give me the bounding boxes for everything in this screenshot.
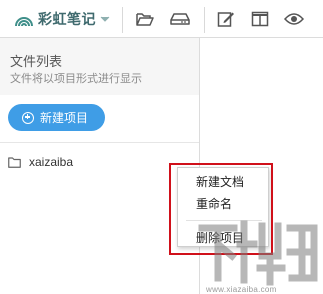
sidebar-header: 文件列表 文件将以项目形式进行显示 [0, 38, 199, 95]
menu-item-delete-project[interactable]: 删除项目 [178, 227, 268, 246]
project-name: xaizaiba [29, 155, 74, 169]
preview-button[interactable] [281, 7, 307, 31]
editor-area[interactable] [200, 38, 323, 294]
project-context-menu: 新建文档 重命名 删除项目 [177, 167, 269, 247]
watermark-url: www.xiazaiba.com [206, 285, 277, 294]
new-project-button[interactable]: 新建项目 [8, 104, 105, 131]
split-view-button[interactable] [247, 7, 273, 31]
open-folder-button[interactable] [132, 7, 158, 31]
chevron-down-icon [98, 12, 112, 26]
menu-item-new-document[interactable]: 新建文档 [178, 171, 268, 193]
folder-open-icon [136, 12, 154, 26]
edit-icon [217, 12, 234, 27]
top-toolbar: 彩虹笔记 [0, 0, 323, 38]
new-project-label: 新建项目 [40, 111, 89, 125]
sidebar-title: 文件列表 [10, 54, 63, 69]
folder-icon [8, 156, 21, 168]
drive-button[interactable] [167, 7, 193, 31]
menu-separator [186, 220, 262, 221]
split-view-icon [251, 11, 269, 27]
menu-item-rename[interactable]: 重命名 [178, 193, 268, 215]
file-list-sidebar: 文件列表 文件将以项目形式进行显示 新建项目 xaizaiba [0, 38, 200, 294]
sidebar-subtitle: 文件将以项目形式进行显示 [10, 73, 142, 85]
sidebar-divider [0, 142, 199, 143]
edit-button[interactable] [213, 7, 239, 31]
toolbar-divider [204, 7, 205, 33]
rainbow-logo-icon [15, 17, 33, 27]
toolbar-divider [122, 7, 123, 33]
project-item[interactable]: xaizaiba [0, 149, 199, 175]
brand-menu[interactable]: 彩虹笔记 [14, 8, 112, 30]
brand-name: 彩虹笔记 [38, 11, 96, 27]
app-window: 彩虹笔记 文件列表 文件将以项目形式进行显示 新建项目 xaizaiba 新建文… [0, 0, 323, 294]
plus-circle-icon [22, 111, 34, 124]
eye-icon [284, 13, 304, 25]
drive-icon [170, 13, 190, 25]
